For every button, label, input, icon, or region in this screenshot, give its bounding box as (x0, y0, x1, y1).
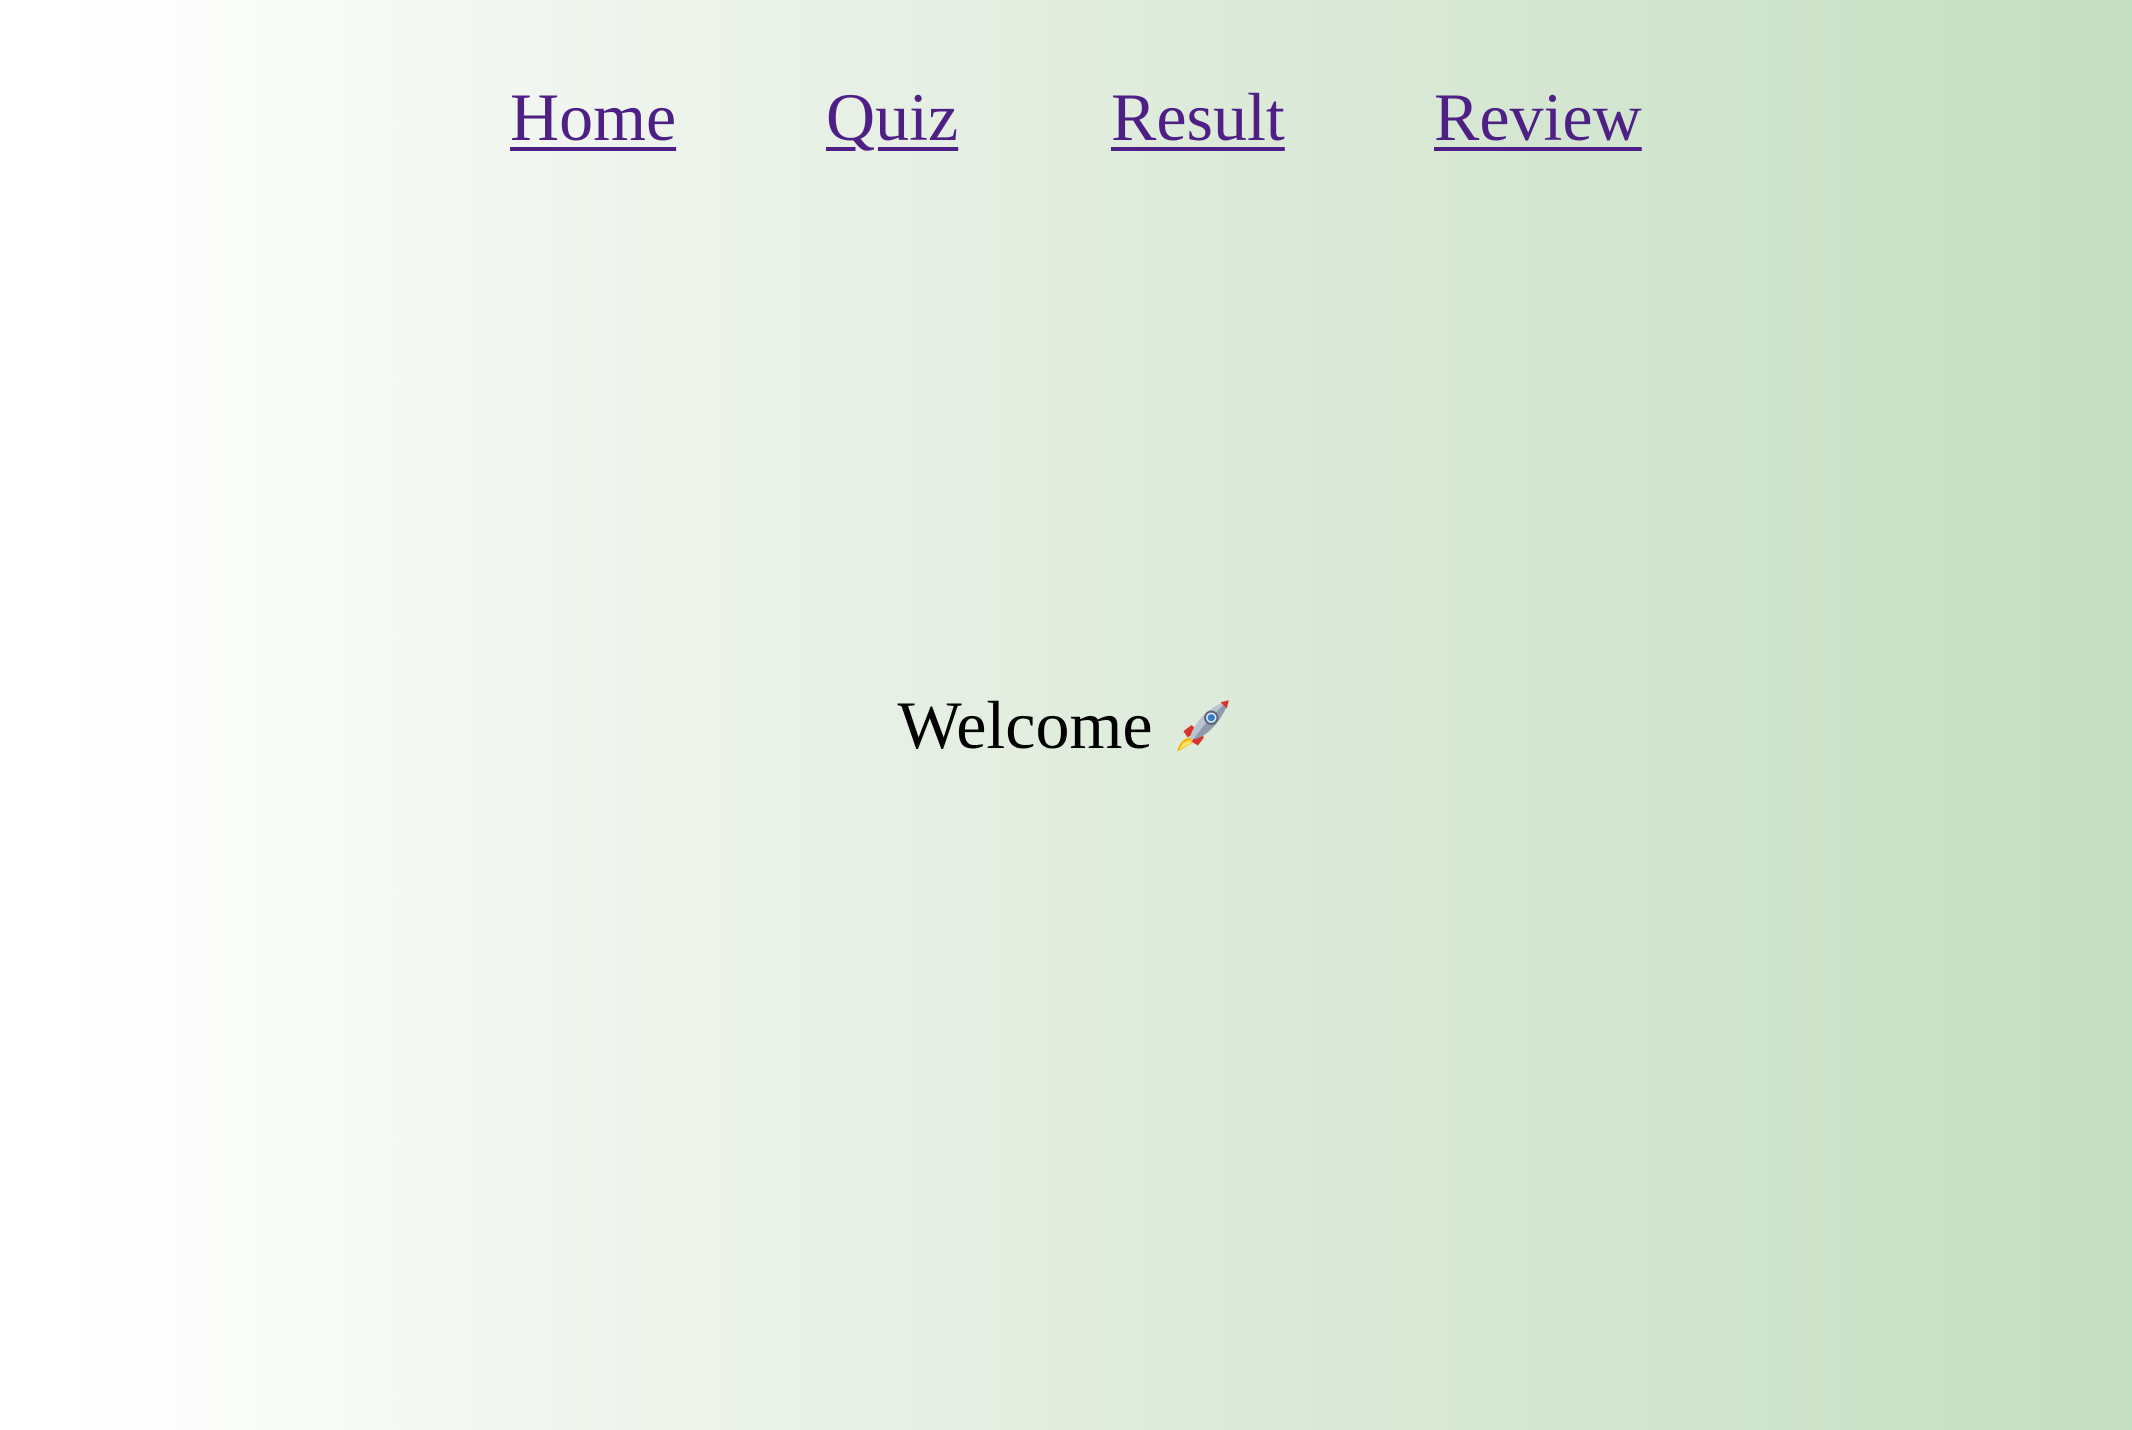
nav-link-quiz[interactable]: Quiz (826, 72, 958, 162)
welcome-section: Welcome (0, 680, 2132, 770)
welcome-heading: Welcome (897, 680, 1234, 770)
rocket-icon (1169, 692, 1235, 758)
welcome-text: Welcome (897, 687, 1153, 763)
main-nav: Home Quiz Result Review (0, 72, 2132, 162)
nav-link-result[interactable]: Result (1111, 72, 1285, 162)
nav-link-home[interactable]: Home (510, 72, 676, 162)
nav-link-review[interactable]: Review (1434, 72, 1642, 162)
